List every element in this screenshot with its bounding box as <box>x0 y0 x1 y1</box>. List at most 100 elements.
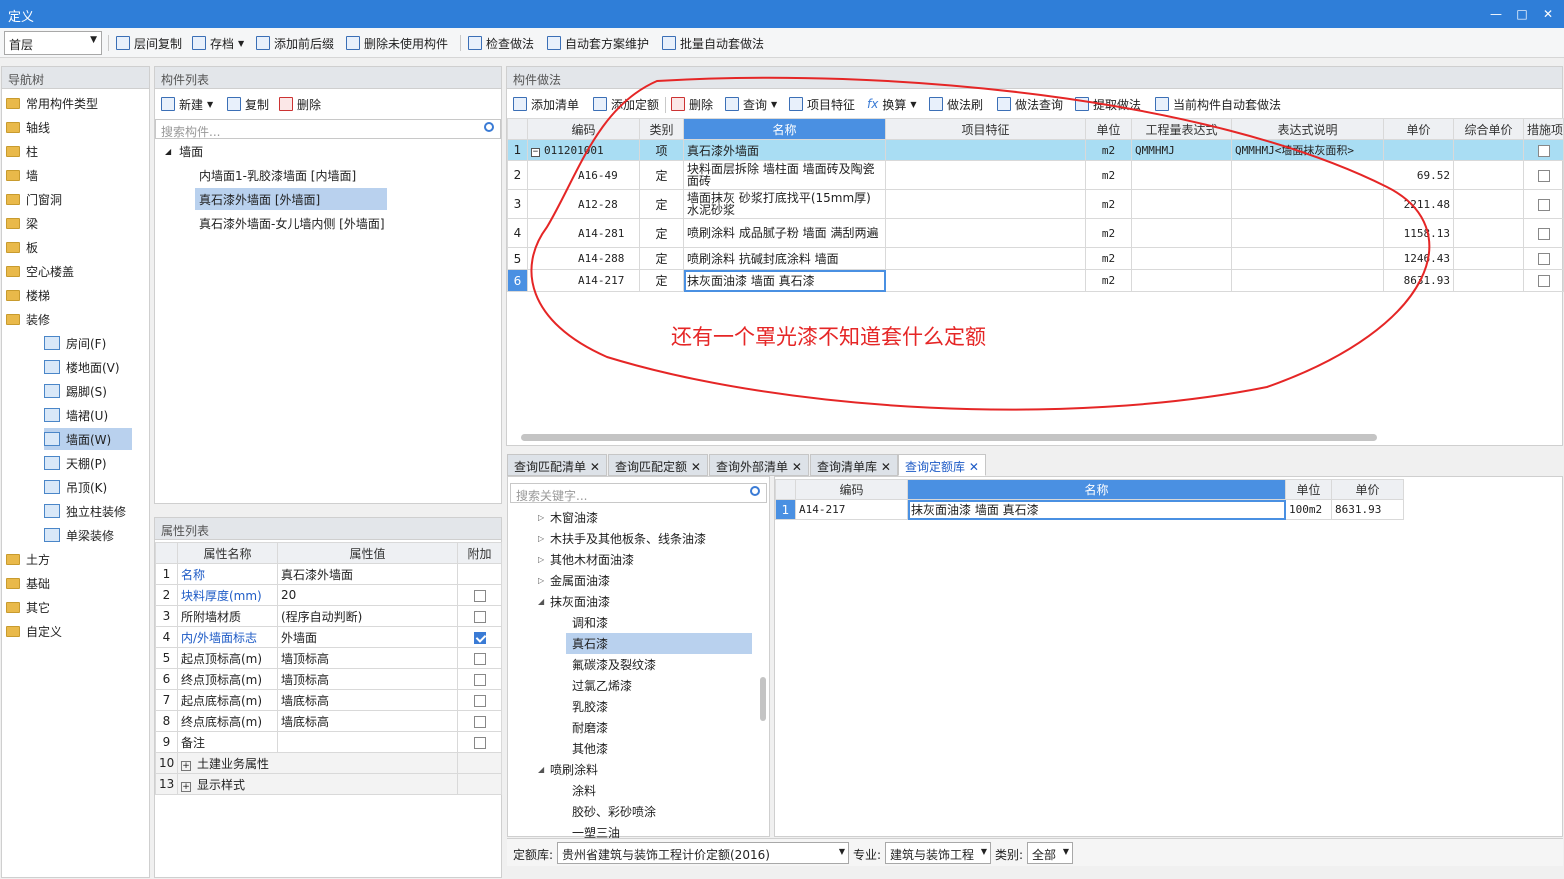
add-prefix-suffix-button[interactable]: 添加前后缀 <box>256 34 334 52</box>
property-value[interactable] <box>277 731 458 753</box>
expand-icon[interactable]: + <box>181 781 191 792</box>
search-icon[interactable] <box>750 486 760 496</box>
new-component-button[interactable]: 新建 ▼ <box>161 95 213 113</box>
tab-query-quota-lib[interactable]: 查询定额库 ✕ <box>898 454 986 476</box>
major-select[interactable]: 建筑与装饰工程 ▼ <box>885 842 991 864</box>
property-value[interactable]: 20 <box>277 584 458 606</box>
nav-subitem[interactable]: 房间(F) <box>44 332 132 354</box>
attach-checkbox[interactable] <box>473 694 486 707</box>
tab-query-match-quota[interactable]: 查询匹配定额 ✕ <box>608 454 708 476</box>
auto-scheme-button[interactable]: 自动套方案维护 <box>547 34 649 52</box>
nav-item[interactable]: 常用构件类型 <box>6 92 98 114</box>
expanded-arrow-icon[interactable]: ◢ <box>538 597 550 606</box>
delete-unused-button[interactable]: 删除未使用构件 <box>346 34 448 52</box>
tree-node[interactable]: ▷ 金属面油漆 <box>538 570 610 591</box>
nav-item[interactable]: 基础 <box>6 572 50 594</box>
collapsed-arrow-icon[interactable]: ▷ <box>538 513 550 522</box>
nav-subitem[interactable]: 踢脚(S) <box>44 380 132 402</box>
tab-query-bill-lib[interactable]: 查询清单库 ✕ <box>810 454 898 476</box>
attach-checkbox[interactable] <box>473 589 486 602</box>
tree-node-selected[interactable]: 真石漆 <box>566 633 752 654</box>
nav-subitem[interactable]: 单梁装修 <box>44 524 144 546</box>
close-icon[interactable]: ✕ <box>1538 4 1558 24</box>
nav-item[interactable]: 其它 <box>6 596 50 618</box>
property-row[interactable]: 4 内/外墙面标志 外墙面 <box>155 626 502 648</box>
tree-node[interactable]: ◢ 抹灰面油漆 <box>538 591 610 612</box>
tree-node[interactable]: ◢ 喷刷涂料 <box>538 759 598 780</box>
quota-result-row[interactable]: 1 A14-217 抹灰面油漆 墙面 真石漆 100m2 8631.93 <box>775 499 1404 520</box>
attach-checkbox[interactable] <box>473 652 486 665</box>
nav-subitem[interactable]: 墙裙(U) <box>44 404 132 426</box>
property-group-row[interactable]: 10 + 土建业务属性 <box>155 752 502 774</box>
nav-item-decoration[interactable]: 装修 <box>6 308 50 330</box>
expanded-arrow-icon[interactable]: ◢ <box>538 765 550 774</box>
tree-node[interactable]: 其他漆 <box>566 738 608 759</box>
expand-icon[interactable]: + <box>181 760 191 771</box>
collapsed-arrow-icon[interactable]: ▷ <box>538 534 550 543</box>
property-value[interactable]: 真石漆外墙面 <box>277 563 458 585</box>
quota-lib-select[interactable]: 贵州省建筑与装饰工程计价定额(2016) ▼ <box>557 842 849 864</box>
property-row[interactable]: 8 终点底标高(m) 墙底标高 <box>155 710 502 732</box>
collapsed-arrow-icon[interactable]: ▷ <box>538 555 550 564</box>
floor-select[interactable]: 首层 ▼ <box>4 31 102 55</box>
property-row[interactable]: 3 所附墙材质 (程序自动判断) <box>155 605 502 627</box>
nav-item[interactable]: 自定义 <box>6 620 62 642</box>
property-value[interactable]: (程序自动判断) <box>277 605 458 627</box>
property-group-row[interactable]: 13 + 显示样式 <box>155 773 502 795</box>
copy-between-floors-button[interactable]: 层间复制 <box>116 34 182 52</box>
nav-subitem[interactable]: 独立柱装修 <box>44 500 144 522</box>
attach-checkbox[interactable] <box>473 610 486 623</box>
tree-node[interactable]: ▷ 木窗油漆 <box>538 507 598 528</box>
property-row[interactable]: 9 备注 <box>155 731 502 753</box>
component-tree-root[interactable]: ◢ 墙面 <box>165 140 203 162</box>
component-item[interactable]: 真石漆外墙面-女儿墙内侧 [外墙面] <box>195 212 389 234</box>
nav-item[interactable]: 柱 <box>6 140 38 162</box>
close-icon[interactable]: ✕ <box>969 460 979 474</box>
nav-item[interactable]: 门窗洞 <box>6 188 62 210</box>
property-row[interactable]: 1 名称 真石漆外墙面 <box>155 563 502 585</box>
tab-query-external-bill[interactable]: 查询外部清单 ✕ <box>709 454 809 476</box>
property-row[interactable]: 5 起点顶标高(m) 墙顶标高 <box>155 647 502 669</box>
attach-checkbox[interactable] <box>473 673 486 686</box>
tree-node[interactable]: ▷ 木扶手及其他板条、线条油漆 <box>538 528 706 549</box>
tree-node[interactable]: 涂料 <box>566 780 596 801</box>
tab-query-match-bill[interactable]: 查询匹配清单 ✕ <box>507 454 607 476</box>
search-icon[interactable] <box>484 122 494 132</box>
property-row[interactable]: 6 终点顶标高(m) 墙顶标高 <box>155 668 502 690</box>
property-value[interactable]: 墙顶标高 <box>277 647 458 669</box>
property-value[interactable]: 墙顶标高 <box>277 668 458 690</box>
nav-item[interactable]: 轴线 <box>6 116 50 138</box>
vertical-scrollbar[interactable] <box>760 677 766 721</box>
nav-subitem[interactable]: 吊顶(K) <box>44 476 132 498</box>
property-row[interactable]: 7 起点底标高(m) 墙底标高 <box>155 689 502 711</box>
tree-node[interactable]: 乳胶漆 <box>566 696 608 717</box>
archive-button[interactable]: 存档 ▼ <box>192 34 244 52</box>
copy-component-button[interactable]: 复制 <box>227 95 269 113</box>
component-item[interactable]: 内墙面1-乳胶漆墙面 [内墙面] <box>195 164 360 186</box>
attach-checkbox[interactable] <box>473 715 486 728</box>
tree-node[interactable]: 氟碳漆及裂纹漆 <box>566 654 656 675</box>
property-value[interactable]: 墙底标高 <box>277 689 458 711</box>
close-icon[interactable]: ✕ <box>792 460 802 474</box>
tree-node[interactable]: 过氯乙烯漆 <box>566 675 632 696</box>
attach-checkbox[interactable] <box>473 736 486 749</box>
collapsed-arrow-icon[interactable]: ▷ <box>538 576 550 585</box>
close-icon[interactable]: ✕ <box>590 460 600 474</box>
nav-subitem[interactable]: 天棚(P) <box>44 452 132 474</box>
nav-subitem[interactable]: 楼地面(V) <box>44 356 132 378</box>
component-item-selected[interactable]: 真石漆外墙面 [外墙面] <box>195 188 387 210</box>
property-row[interactable]: 2 块料厚度(mm) 20 <box>155 584 502 606</box>
batch-auto-button[interactable]: 批量自动套做法 <box>662 34 764 52</box>
category-select[interactable]: 全部 ▼ <box>1027 842 1073 864</box>
property-value[interactable]: 墙底标高 <box>277 710 458 732</box>
tree-node[interactable]: 耐磨漆 <box>566 717 608 738</box>
nav-item[interactable]: 空心楼盖 <box>6 260 74 282</box>
nav-subitem-selected[interactable]: 墙面(W) <box>44 428 132 450</box>
maximize-icon[interactable]: □ <box>1512 4 1532 24</box>
tree-node[interactable]: 胶砂、彩砂喷涂 <box>566 801 656 822</box>
nav-item[interactable]: 楼梯 <box>6 284 50 306</box>
attach-checkbox-checked[interactable] <box>473 631 486 644</box>
nav-item[interactable]: 梁 <box>6 212 38 234</box>
tree-node[interactable]: 调和漆 <box>566 612 608 633</box>
close-icon[interactable]: ✕ <box>881 460 891 474</box>
